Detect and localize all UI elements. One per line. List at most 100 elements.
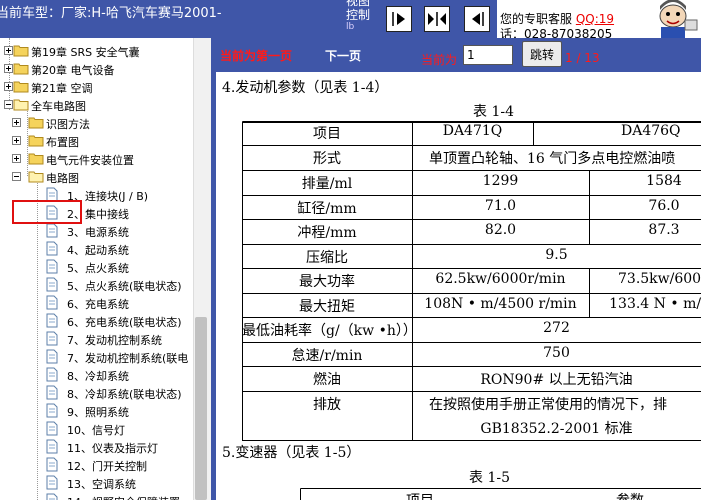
table-cell: 在按照使用手册正常使用的情况下，排 [429,397,667,413]
view-control-line3: lb [346,22,355,32]
table-row-label: 排量/ml [301,176,353,192]
forward-step-icon[interactable] [386,6,412,32]
table-cell: 133.4 N • m/45 [609,296,701,312]
tree-item-label: 7、发动机控制系统 [67,334,162,347]
collapse-icon[interactable] [4,100,13,109]
page-icon [46,421,58,436]
table-cell: GB18352.2-2001 标准 [480,421,633,437]
expand-icon[interactable] [12,154,21,163]
table-row-label: 燃油 [313,372,341,388]
collapse-icon[interactable] [12,172,21,181]
expand-icon[interactable] [12,136,21,145]
folder-icon [13,81,29,93]
page-icon [46,277,58,292]
table-row-label: 缸径/mm [297,201,357,217]
back-step-icon[interactable] [464,6,490,32]
tree-item-label: 6、充电系统(联电状态) [67,316,182,329]
table-cell: 76.0 [648,198,680,214]
jump-button[interactable]: 跳转 [522,41,562,67]
page-icon [46,241,58,256]
tree-item-label: 第19章 SRS 安全气囊 [31,46,140,59]
table-header-cell: 参数 [616,490,644,500]
tree-item-label: 5、点火系统 [67,262,129,275]
table-row-label: 排放 [313,397,341,413]
split-view-icon[interactable] [424,6,450,32]
page-icon [46,295,58,310]
tree-item-label: 全车电路图 [31,100,86,113]
table-row-label: 压缩比 [306,250,348,266]
table-cell: 1584 [646,173,682,189]
expand-icon[interactable] [4,46,13,55]
tree-item-label: 第20章 电气设备 [31,64,115,77]
next-page-link[interactable]: 下一页 [325,47,361,64]
tree-item-label: 8、冷却系统(联电状态) [67,388,182,401]
tree-item-label: 布置图 [46,136,79,149]
page-icon [46,313,58,328]
table-header-cell: 项目 [406,490,434,500]
folder-icon [13,45,29,57]
table-cell: 73.5kw/6000 [618,271,701,287]
table-1-5-caption: 表 1-5 [469,470,510,486]
tree-item-label: 3、电源系统 [67,226,129,239]
table-cell: RON90# 以上无铅汽油 [480,372,633,388]
page-nav-bar: 当前为第一页 下一页 当前为 跳转 1 / 13 [216,38,701,72]
highlight-box [12,200,82,224]
qq-link[interactable]: QQ:19 [576,12,614,26]
customer-service-banner: 您的专职客服 QQ:19 话：028-87038205 [497,0,701,38]
page-icon [46,367,58,382]
page-icon [46,439,58,454]
table-cell: 87.3 [648,222,680,238]
tree-guide [37,178,38,500]
top-bar: 当前车型：厂家:H-哈飞汽车赛马2001- 视图 控制 lb 您的专职客服 QQ… [0,0,701,38]
mascot-icon [659,0,698,38]
table-row-label: 最低油耗率（g/（kw •h）） [242,323,417,339]
car-model-label: 当前车型：厂家:H-哈飞汽车赛马2001- [0,6,222,21]
page-icon [46,403,58,418]
page-icon [46,223,58,238]
folder-icon [28,153,44,165]
page-icon [46,385,58,400]
table-cell: 272 [543,320,570,336]
tree-item-label: 第21章 空调 [31,82,93,95]
page-icon [46,331,58,346]
current-page-label: 当前为 [421,53,458,67]
table-header-cell: DA471Q [442,123,503,139]
view-control-label: 视图 控制 lb [346,0,374,32]
page-icon [46,349,58,364]
view-control-line1: 视图 [346,0,371,8]
tree-item-label: 7、发动机控制系统(联电 [67,352,189,365]
tree-item-label: 9、照明系统 [67,406,129,419]
tree-item-label: 4、起动系统 [67,244,129,257]
table-cell: 108N • m/4500 r/min [424,296,577,312]
folder-icon [13,63,29,75]
folder-icon [28,117,44,129]
tree-item-label: 6、充电系统 [67,298,129,311]
expand-icon[interactable] [4,64,13,73]
table-row-label: 最大扭矩 [299,299,355,315]
table-cell: 71.0 [484,198,517,214]
tree-item-label: 识图方法 [46,118,90,131]
table-row-label: 形式 [313,151,341,167]
table-row-label: 怠速/r/min [291,348,363,364]
chapter-tree: 第19章 SRS 安全气囊 第20章 电气设备 第21章 空调 全车电路图识图方法布置… [0,38,211,500]
table-cell: 82.0 [484,222,517,238]
table-header-cell: 项目 [313,126,341,142]
expand-icon[interactable] [4,82,13,91]
table-cell: 750 [543,345,570,361]
first-page-link[interactable]: 当前为第一页 [220,47,292,64]
table-cell: 62.5kw/6000r/min [435,271,566,287]
tree-item-label: 11、仪表及指示灯 [67,442,158,455]
sidebar-scroll-thumb[interactable] [195,317,207,500]
expand-icon[interactable] [12,118,21,127]
tree-item-label: 电气元件安装位置 [46,154,134,167]
folder-icon [13,99,29,111]
tree-item-label: 12、门开关控制 [67,460,147,473]
page-icon [46,457,58,472]
page-number-input[interactable] [463,45,513,65]
table-cell: 1299 [482,173,519,189]
page-icon [46,475,58,490]
page-count: 1 / 13 [565,51,600,65]
service-phone: 话：028-87038205 [500,27,613,38]
folder-icon [28,171,44,183]
tree-item-label: 8、冷却系统 [67,370,129,383]
